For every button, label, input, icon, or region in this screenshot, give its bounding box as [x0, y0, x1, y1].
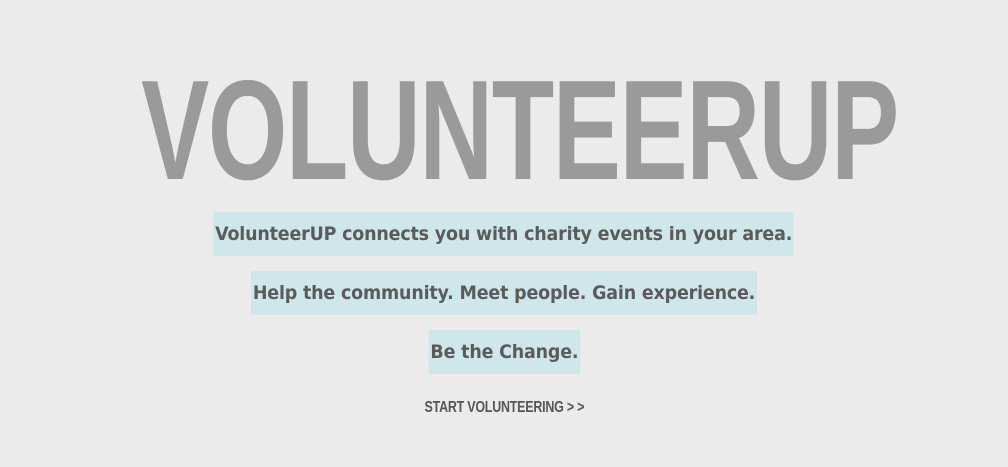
tagline-intro: VolunteerUP connects you with charity ev…	[213, 212, 795, 256]
tagline-motto: Be the Change.	[428, 330, 580, 374]
page-title: VOLUNTEERUP	[141, 51, 899, 210]
hero-section: VOLUNTEERUP VolunteerUP connects you wit…	[0, 0, 1008, 467]
tagline-benefits: Help the community. Meet people. Gain ex…	[251, 271, 757, 315]
cta-container: START VOLUNTEERING > >	[0, 397, 1008, 419]
start-volunteering-link[interactable]: START VOLUNTEERING > >	[424, 397, 584, 419]
tagline-row: Help the community. Meet people. Gain ex…	[0, 271, 1008, 315]
tagline-row: Be the Change.	[0, 330, 1008, 374]
tagline-row: VolunteerUP connects you with charity ev…	[0, 212, 1008, 256]
